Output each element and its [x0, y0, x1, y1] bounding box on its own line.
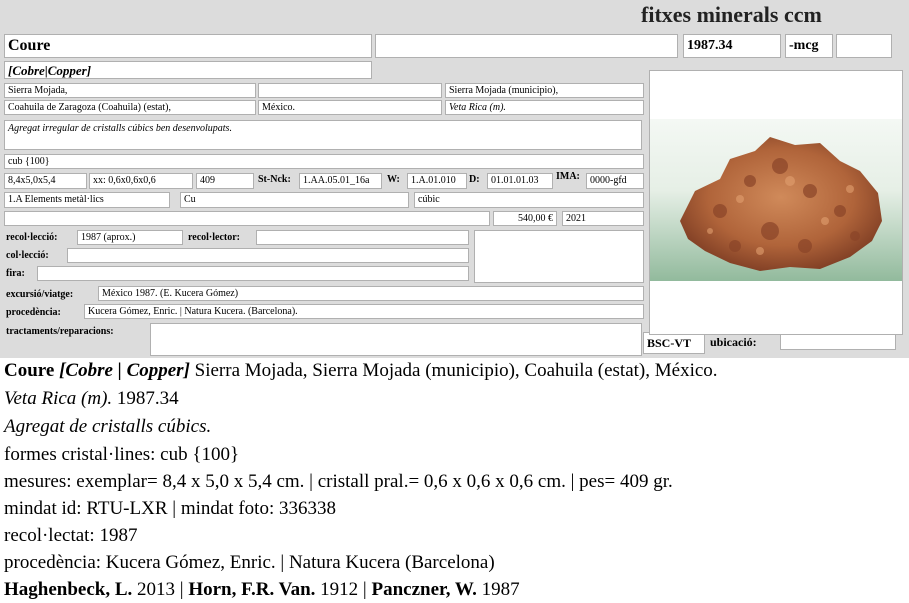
ref-author-1: Haghenbeck, L.: [4, 579, 133, 600]
d-label: D:: [469, 174, 480, 185]
collection-date-field[interactable]: 1987 (aprox.): [77, 230, 183, 245]
summary-synonyms: [Cobre | Copper]: [59, 360, 190, 381]
collector-field[interactable]: [256, 230, 469, 245]
description-field[interactable]: Agregat irregular de cristalls cúbics be…: [4, 120, 642, 150]
trip-label: excursió/viatge:: [6, 289, 74, 300]
collection-field[interactable]: [67, 248, 469, 263]
summary-collected: recol·lectat: 1987: [4, 525, 138, 546]
w-field[interactable]: 1.A.01.010: [407, 173, 467, 189]
summary-forms: formes cristal·lines: cub {100}: [4, 444, 240, 465]
provenance-label: procedència:: [6, 307, 61, 318]
collector-label: recol·lector:: [188, 232, 241, 243]
fair-label: fira:: [6, 268, 25, 279]
notes-box[interactable]: [474, 230, 644, 283]
ima-label: IMA:: [556, 171, 580, 182]
blank-field-2[interactable]: [836, 34, 892, 58]
ima-field[interactable]: 0000-gfd: [586, 173, 644, 189]
location-label: ubicació:: [710, 335, 757, 349]
summary-provenance: procedència: Kucera Gómez, Enric. | Natu…: [4, 552, 495, 573]
summary-line-2: Veta Rica (m). 1987.34: [4, 386, 179, 412]
ref-author-3: Panczner, W.: [371, 579, 477, 600]
locality-field-1[interactable]: Sierra Mojada,: [4, 83, 256, 98]
mineral-card: fitxes minerals ccm Coure 1987.34 -mcg […: [0, 0, 909, 358]
weight-field[interactable]: 409: [196, 173, 254, 189]
strunz-label: St-Nck:: [258, 174, 291, 185]
copper-specimen-image: [650, 71, 902, 334]
ref-year-1: 2013 |: [132, 579, 189, 600]
trip-field[interactable]: México 1987. (E. Kucera Gómez): [98, 286, 644, 301]
crystal-size-field[interactable]: xx: 0,6x0,6x0,6: [89, 173, 193, 189]
year-field[interactable]: 2021: [562, 211, 644, 226]
summary-measures: mesures: exemplar= 8,4 x 5,0 x 5,4 cm. |…: [4, 471, 673, 492]
crystal-forms-field[interactable]: cub {100}: [4, 154, 644, 169]
formula-field[interactable]: Cu: [180, 192, 409, 208]
summary-line-1: Coure [Cobre | Copper] Sierra Mojada, Si…: [4, 358, 718, 384]
specimen-photo[interactable]: [649, 70, 903, 335]
summary-description: Agregat de cristalls cúbics.: [4, 416, 212, 437]
catalog-suffix-field[interactable]: -mcg: [785, 34, 833, 58]
class-field[interactable]: 1.A Elements metàl·lics: [4, 192, 170, 208]
blank-field-1[interactable]: [375, 34, 678, 58]
collection-label: col·lecció:: [6, 250, 49, 261]
locality-field-2[interactable]: [258, 83, 442, 98]
locality-field-5[interactable]: México.: [258, 100, 442, 115]
price-field[interactable]: 540,00 €: [493, 211, 557, 226]
treatments-box[interactable]: [150, 323, 642, 356]
mine-field[interactable]: Veta Rica (m).: [445, 100, 644, 115]
locality-field-3[interactable]: Sierra Mojada (municipio),: [445, 83, 644, 98]
summary-name: Coure: [4, 360, 55, 381]
location-field[interactable]: [780, 334, 896, 350]
strunz-field[interactable]: 1.AA.05.01_16a: [299, 173, 382, 189]
catalog-number-field[interactable]: 1987.34: [683, 34, 781, 58]
bsc-field[interactable]: BSC-VT: [643, 332, 705, 354]
ref-author-2: Horn, F.R. Van.: [188, 579, 316, 600]
summary-mine: Veta Rica (m).: [4, 388, 113, 409]
locality-field-4[interactable]: Coahuila de Zaragoza (Coahuila) (estat),: [4, 100, 256, 115]
app-title: fitxes minerals ccm: [641, 2, 822, 27]
ref-year-2: 1912 |: [315, 579, 372, 600]
specimen-size-field[interactable]: 8,4x5,0x5,4: [4, 173, 87, 189]
provenance-field[interactable]: Kucera Gómez, Enric. | Natura Kucera. (B…: [84, 304, 644, 319]
d-field[interactable]: 01.01.01.03: [487, 173, 553, 189]
blank-field-3[interactable]: [4, 211, 490, 226]
name-field[interactable]: Coure: [4, 34, 372, 58]
crystal-system-field[interactable]: cúbic: [414, 192, 644, 208]
summary-number: 1987.34: [112, 388, 179, 409]
w-label: W:: [387, 174, 400, 185]
summary-mindat: mindat id: RTU-LXR | mindat foto: 336338: [4, 498, 336, 519]
summary-locality: Sierra Mojada, Sierra Mojada (municipio)…: [189, 360, 718, 381]
synonyms-field[interactable]: [Cobre|Copper]: [4, 61, 372, 79]
collection-date-label: recol·lecció:: [6, 232, 58, 243]
ref-year-3: 1987: [476, 579, 520, 600]
summary-references: Haghenbeck, L. 2013 | Horn, F.R. Van. 19…: [4, 577, 520, 603]
fair-field[interactable]: [37, 266, 469, 281]
